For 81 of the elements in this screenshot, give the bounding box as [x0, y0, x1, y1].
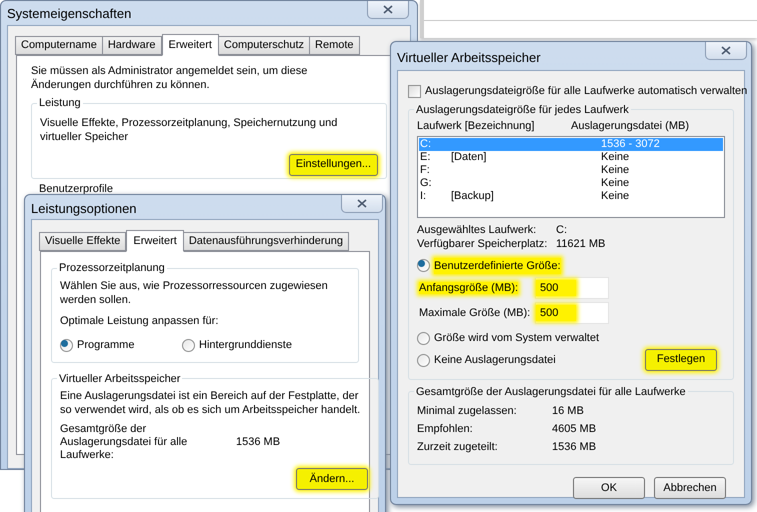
drive-letter: E:: [420, 150, 430, 162]
group-title: Prozessorzeitplanung: [58, 261, 166, 276]
drive-letter: I:: [420, 190, 426, 202]
paging-file-description: Eine Auslagerungsdatei ist ein Bereich auf der Festplatte, der so verwendet wird, als ob es sich um Arbeitsspeicher handelt.: [60, 389, 362, 417]
radio-label[interactable]: Keine Auslagerungsdatei: [434, 352, 556, 369]
tab[interactable]: Remote: [309, 36, 360, 55]
drive-label: [Backup]: [451, 190, 494, 202]
drive-letter: C:: [420, 138, 431, 150]
drive-row[interactable]: G: Keine: [419, 176, 723, 190]
close-button[interactable]: [705, 42, 747, 60]
input-value: 500: [536, 304, 576, 322]
group-title: Gesamtgröße der Auslagerungsdatei für alle Laufwerke: [415, 384, 687, 400]
close-icon: [383, 5, 393, 14]
radio-button[interactable]: [182, 338, 195, 352]
drive-letter: F:: [420, 164, 430, 176]
checkbox[interactable]: [408, 84, 421, 98]
input-value: 500: [536, 280, 576, 296]
group-title: Leistung: [38, 96, 82, 111]
dialog-button[interactable]: OK: [573, 477, 645, 499]
group-title: Benutzerprofile: [39, 182, 113, 197]
drive-label: [Daten]: [451, 150, 486, 162]
settings-button[interactable]: Einstellungen...: [288, 154, 378, 176]
drive-letter: G:: [420, 176, 432, 188]
drive-row[interactable]: E: [Daten] Keine: [419, 150, 723, 164]
close-icon: [357, 199, 367, 208]
group-title: Virtueller Arbeitsspeicher: [58, 372, 182, 386]
dialog-button[interactable]: Abbrechen: [654, 477, 726, 499]
tab[interactable]: Computerschutz: [218, 36, 310, 55]
total-value: 16 MB: [552, 404, 584, 419]
radio-button[interactable]: [417, 259, 430, 272]
paging-size: Keine: [601, 190, 630, 202]
adjust-prompt: Optimale Leistung anpassen für:: [60, 314, 218, 328]
checkbox-label[interactable]: Auslagerungsdateigröße für alle Laufwerke automatisch verwalten: [425, 83, 748, 100]
window-title: Systemeigenschaften: [7, 5, 132, 23]
radio-button[interactable]: [417, 354, 430, 367]
paging-size: Keine: [601, 150, 630, 164]
radio-label[interactable]: Benutzerdefinierte Größe:: [434, 258, 561, 274]
tab[interactable]: Datenausführungsverhinderung: [182, 232, 349, 251]
column-header: Auslagerungsdatei (MB): [571, 119, 690, 134]
close-button[interactable]: [367, 1, 409, 19]
field-label: Maximale Größe (MB):: [419, 306, 532, 321]
set-button[interactable]: Festlegen: [645, 348, 717, 370]
tab[interactable]: Erweitert: [126, 230, 184, 252]
total-label: Zurzeit zugeteilt:: [417, 440, 499, 455]
admin-notice: Sie müssen als Administrator angemeldet sein, um diese Änderungen durchführen zu können.: [31, 64, 308, 92]
total-size-value: 1536 MB: [236, 435, 280, 450]
change-button[interactable]: Ändern...: [296, 468, 368, 490]
tab[interactable]: Computername: [15, 36, 103, 55]
paging-size: 1536 - 3072: [601, 138, 660, 150]
window-title: Virtueller Arbeitsspeicher: [397, 49, 541, 67]
paging-size: Keine: [601, 164, 630, 176]
tab[interactable]: Visuelle Effekte: [39, 232, 126, 251]
window-title: Leistungsoptionen: [31, 200, 137, 218]
column-header: Laufwerk [Bezeichnung]: [417, 119, 536, 134]
close-icon: [721, 46, 731, 55]
info-label: Ausgewähltes Laufwerk:: [417, 222, 538, 236]
drive-row[interactable]: F: Keine: [419, 164, 723, 176]
info-value: C:: [556, 222, 567, 236]
paging-size: Keine: [601, 176, 630, 190]
total-value: 1536 MB: [552, 440, 596, 455]
info-value: 11621 MB: [556, 236, 606, 250]
info-label: Verfügbarer Speicherplatz:: [417, 236, 548, 250]
total-size-label: Gesamtgröße der Auslagerungsdatei für alle Laufwerke:: [60, 423, 188, 462]
drive-row[interactable]: I: [Backup] Keine: [419, 190, 723, 202]
size-input[interactable]: 500: [535, 302, 609, 324]
radio-button[interactable]: [417, 332, 430, 345]
tab[interactable]: Hardware: [102, 36, 162, 55]
radio-button[interactable]: [60, 338, 73, 352]
group-title: Auslagerungsdateigröße für jedes Laufwerk: [415, 102, 630, 118]
total-label: Minimal zugelassen:: [417, 404, 518, 419]
radio-label[interactable]: Programme: [77, 337, 134, 354]
field-label: Anfangsgröße (MB):: [419, 280, 520, 296]
radio-label[interactable]: Größe wird vom System verwaltet: [434, 330, 600, 346]
size-input[interactable]: 500: [535, 277, 609, 299]
tab[interactable]: Erweitert: [162, 34, 219, 56]
radio-label[interactable]: Hintergrunddienste: [199, 337, 292, 354]
total-value: 4605 MB: [552, 422, 596, 437]
performance-description: Visuelle Effekte, Prozessorzeitplanung, Speichernutzung und virtueller Speicher: [40, 116, 338, 144]
close-button[interactable]: [341, 195, 383, 213]
scheduling-description: Wählen Sie aus, wie Prozessorressourcen zugewiesen werden sollen.: [60, 278, 329, 306]
total-label: Empfohlen:: [417, 422, 474, 437]
